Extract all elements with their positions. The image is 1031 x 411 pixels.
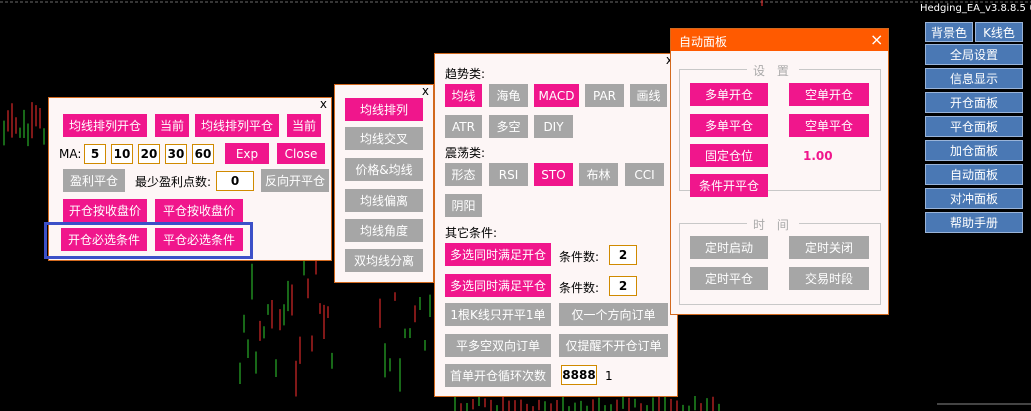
close-icon[interactable]: x [320,98,327,110]
trade-period-button[interactable]: 交易时段 [789,267,869,290]
timed-close-button[interactable]: 定时平仓 [690,267,768,290]
sell-close-button[interactable]: 空单平仓 [789,114,869,137]
ma-align-open-button[interactable]: 均线排列开仓 [63,114,147,137]
close-by-close-price-button[interactable]: 平仓按收盘价 [155,199,243,222]
open-panel-button[interactable]: 开仓面板 [925,92,1023,113]
timed-start-button[interactable]: 定时启动 [690,236,768,259]
reverse-open-button[interactable]: 反向开平仓 [261,169,329,192]
ma-period-5[interactable]: 60 [192,144,214,164]
auto-panel-titlebar[interactable]: 自动面板 × [671,29,888,51]
condition-open-close-button[interactable]: 条件开平仓 [690,174,768,197]
ma-period-2[interactable]: 10 [111,144,133,164]
ma-type-align-button[interactable]: 均线排列 [345,98,423,121]
trend-longshort-button[interactable]: 多空 [489,115,528,138]
open-by-close-price-button[interactable]: 开仓按收盘价 [63,199,147,222]
oscillator-title: 震荡类: [445,146,486,160]
trend-title: 趋势类: [445,67,486,81]
close-icon[interactable]: x [422,85,429,97]
highlight-box [44,222,253,259]
add-panel-button[interactable]: 加仓面板 [925,140,1023,161]
multi-close-count-label: 条件数: [559,281,600,295]
trend-drawline-button[interactable]: 画线 [630,84,667,107]
multi-close-count-input[interactable]: 2 [609,276,637,296]
one-direction-button[interactable]: 仅一个方向订单 [559,303,668,326]
multi-open-count-label: 条件数: [559,250,600,264]
osc-yinyang-button[interactable]: 阴阳 [445,194,482,217]
auto-panel-button[interactable]: 自动面板 [925,164,1023,185]
ma-type-price-button[interactable]: 价格&均线 [345,158,423,181]
close-method-button[interactable]: Close [277,143,325,164]
ma-type-panel: x 均线排列 均线交叉 价格&均线 均线偏离 均线角度 双均线分离 [334,84,434,283]
info-display-button[interactable]: 信息显示 [925,68,1023,89]
timed-stop-button[interactable]: 定时关闭 [789,236,869,259]
version-label: Hedging_EA_v3.8.8.5 ☺ [920,3,1031,14]
fixed-lot-button[interactable]: 固定仓位 [690,144,768,167]
current-button-1[interactable]: 当前 [155,114,189,137]
help-manual-button[interactable]: 帮助手册 [925,212,1023,233]
ma-period-1[interactable]: 5 [84,144,106,164]
ma-type-cross-button[interactable]: 均线交叉 [345,127,423,150]
trend-turtle-button[interactable]: 海龟 [489,84,528,107]
multi-open-count-input[interactable]: 2 [609,245,637,265]
close-panel-button[interactable]: 平仓面板 [925,116,1023,137]
alert-only-button[interactable]: 仅提醒不开仓订单 [559,334,668,357]
buy-open-button[interactable]: 多单开仓 [690,83,768,106]
time-group-title: 时 间 [747,216,799,233]
buy-close-button[interactable]: 多单平仓 [690,114,768,137]
osc-pattern-button[interactable]: 形态 [445,163,482,186]
version-text: Hedging_EA_v3.8.8.5 [920,3,1026,14]
loop-count-input[interactable]: 8888 [561,365,597,385]
trend-par-button[interactable]: PAR [585,84,624,107]
min-profit-input[interactable]: 0 [216,171,254,191]
osc-boll-button[interactable]: 布林 [579,163,618,186]
osc-sto-button[interactable]: STO [534,163,573,186]
candle-color-button[interactable]: K线色 [975,22,1023,42]
min-profit-label: 最少盈利点数: [135,175,212,189]
lot-value[interactable]: 1.00 [803,149,833,163]
loop-extra-value: 1 [605,369,613,383]
auto-panel: 自动面板 × 设 置 多单开仓 空单开仓 多单平仓 空单平仓 固定仓位 1.00… [670,28,889,315]
auto-panel-title: 自动面板 [679,35,728,49]
first-loop-button[interactable]: 首单开仓循环次数 [445,364,551,387]
one-bar-once-button[interactable]: 1根K线只开平1单 [445,303,551,326]
trend-atr-button[interactable]: ATR [445,115,482,138]
profit-close-button[interactable]: 盈利平仓 [63,169,125,192]
multi-open-button[interactable]: 多选同时满足开仓 [445,243,551,266]
indicator-panel: x 趋势类: 均线 海龟 MACD PAR 画线 ATR 多空 DIY 震荡类:… [434,53,678,397]
ma-type-separation-button[interactable]: 双均线分离 [345,249,423,272]
close-icon[interactable]: × [870,30,883,49]
other-title: 其它条件: [445,226,498,240]
current-button-2[interactable]: 当前 [287,114,321,137]
ma-type-deviation-button[interactable]: 均线偏离 [345,189,423,212]
background-color-button[interactable]: 背景色 [925,22,973,42]
global-settings-button[interactable]: 全局设置 [925,44,1023,65]
trend-macd-button[interactable]: MACD [534,84,579,107]
trend-ma-button[interactable]: 均线 [445,84,482,107]
multi-close-button[interactable]: 多选同时满足平仓 [445,274,551,297]
trend-diy-button[interactable]: DIY [534,115,573,138]
hedge-panel-button[interactable]: 对冲面板 [925,188,1023,209]
osc-rsi-button[interactable]: RSI [489,163,528,186]
ma-type-angle-button[interactable]: 均线角度 [345,219,423,242]
exp-button[interactable]: Exp [225,143,269,164]
settings-group-title: 设 置 [747,62,799,79]
flat-both-button[interactable]: 平多空双向订单 [445,334,551,357]
ma-align-close-button[interactable]: 均线排列平仓 [195,114,279,137]
osc-cci-button[interactable]: CCI [625,163,664,186]
sell-open-button[interactable]: 空单开仓 [789,83,869,106]
ma-period-3[interactable]: 20 [138,144,160,164]
ma-label: MA: [59,147,82,161]
ma-period-4[interactable]: 30 [165,144,187,164]
